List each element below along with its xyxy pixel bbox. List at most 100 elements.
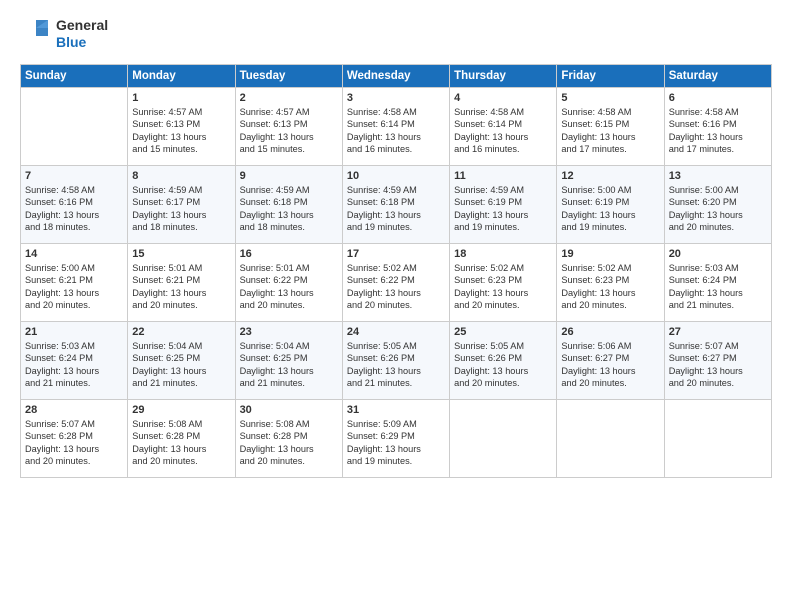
cell-content: Sunrise: 5:00 AM Sunset: 6:20 PM Dayligh… xyxy=(669,184,767,234)
calendar-cell: 22 Sunrise: 5:04 AM Sunset: 6:25 PM Dayli… xyxy=(128,322,235,400)
week-row-2: 7Sunrise: 4:58 AM Sunset: 6:16 PM Daylig… xyxy=(21,166,772,244)
day-number: 27 xyxy=(669,326,767,338)
calendar-cell: 8 Sunrise: 4:59 AM Sunset: 6:17 PM Daylig… xyxy=(128,166,235,244)
cell-content: Sunrise: 5:01 AM Sunset: 6:22 PM Dayligh… xyxy=(240,262,338,312)
cell-content: Sunrise: 5:00 AM Sunset: 6:19 PM Dayligh… xyxy=(561,184,659,234)
day-number: 17 xyxy=(347,248,445,260)
calendar-cell: 16Sunrise: 5:01 AM Sunset: 6:22 PM Dayli… xyxy=(235,244,342,322)
calendar-cell: 21 Sunrise: 5:03 AM Sunset: 6:24 PM Dayli… xyxy=(21,322,128,400)
day-number: 28 xyxy=(25,404,123,416)
logo-general: General xyxy=(56,17,108,34)
calendar-cell: 18 Sunrise: 5:02 AM Sunset: 6:23 PM Dayli… xyxy=(450,244,557,322)
calendar-cell: 4 Sunrise: 4:58 AM Sunset: 6:14 PM Daylig… xyxy=(450,88,557,166)
week-row-5: 28 Sunrise: 5:07 AM Sunset: 6:28 PM Dayli… xyxy=(21,400,772,478)
cell-content: Sunrise: 5:02 AM Sunset: 6:23 PM Dayligh… xyxy=(561,262,659,312)
day-number: 8 xyxy=(132,170,230,182)
cell-content: Sunrise: 4:59 AM Sunset: 6:17 PM Dayligh… xyxy=(132,184,230,234)
cell-content: Sunrise: 4:58 AM Sunset: 6:15 PM Dayligh… xyxy=(561,106,659,156)
cell-content: Sunrise: 5:03 AM Sunset: 6:24 PM Dayligh… xyxy=(669,262,767,312)
calendar-cell: 23 Sunrise: 5:04 AM Sunset: 6:25 PM Dayli… xyxy=(235,322,342,400)
calendar-cell: 27Sunrise: 5:07 AM Sunset: 6:27 PM Dayli… xyxy=(664,322,771,400)
calendar-cell: 6 Sunrise: 4:58 AM Sunset: 6:16 PM Daylig… xyxy=(664,88,771,166)
day-number: 1 xyxy=(132,92,230,104)
day-number: 19 xyxy=(561,248,659,260)
cell-content: Sunrise: 4:57 AM Sunset: 6:13 PM Dayligh… xyxy=(240,106,338,156)
calendar-cell: 19 Sunrise: 5:02 AM Sunset: 6:23 PM Dayli… xyxy=(557,244,664,322)
cell-content: Sunrise: 5:04 AM Sunset: 6:25 PM Dayligh… xyxy=(240,340,338,390)
day-number: 3 xyxy=(347,92,445,104)
calendar-table: SundayMondayTuesdayWednesdayThursdayFrid… xyxy=(20,64,772,478)
day-header-sunday: Sunday xyxy=(21,65,128,88)
day-number: 25 xyxy=(454,326,552,338)
calendar-cell: 20Sunrise: 5:03 AM Sunset: 6:24 PM Dayli… xyxy=(664,244,771,322)
logo-blue: Blue xyxy=(56,34,108,51)
day-header-tuesday: Tuesday xyxy=(235,65,342,88)
cell-content: Sunrise: 4:57 AM Sunset: 6:13 PM Dayligh… xyxy=(132,106,230,156)
cell-content: Sunrise: 4:58 AM Sunset: 6:16 PM Dayligh… xyxy=(25,184,123,234)
cell-content: Sunrise: 5:08 AM Sunset: 6:28 PM Dayligh… xyxy=(240,418,338,468)
cell-content: Sunrise: 5:08 AM Sunset: 6:28 PM Dayligh… xyxy=(132,418,230,468)
calendar-cell: 7Sunrise: 4:58 AM Sunset: 6:16 PM Daylig… xyxy=(21,166,128,244)
day-number: 31 xyxy=(347,404,445,416)
calendar-cell: 14 Sunrise: 5:00 AM Sunset: 6:21 PM Dayli… xyxy=(21,244,128,322)
day-number: 21 xyxy=(25,326,123,338)
calendar-cell: 15Sunrise: 5:01 AM Sunset: 6:21 PM Dayli… xyxy=(128,244,235,322)
cell-content: Sunrise: 5:02 AM Sunset: 6:23 PM Dayligh… xyxy=(454,262,552,312)
calendar-cell: 31 Sunrise: 5:09 AM Sunset: 6:29 PM Dayli… xyxy=(342,400,449,478)
day-number: 29 xyxy=(132,404,230,416)
day-number: 9 xyxy=(240,170,338,182)
calendar-cell: 30 Sunrise: 5:08 AM Sunset: 6:28 PM Dayli… xyxy=(235,400,342,478)
calendar-cell: 25Sunrise: 5:05 AM Sunset: 6:26 PM Dayli… xyxy=(450,322,557,400)
cell-content: Sunrise: 4:58 AM Sunset: 6:16 PM Dayligh… xyxy=(669,106,767,156)
day-number: 22 xyxy=(132,326,230,338)
calendar-cell xyxy=(557,400,664,478)
calendar-cell: 26 Sunrise: 5:06 AM Sunset: 6:27 PM Dayli… xyxy=(557,322,664,400)
cell-content: Sunrise: 5:06 AM Sunset: 6:27 PM Dayligh… xyxy=(561,340,659,390)
cell-content: Sunrise: 5:03 AM Sunset: 6:24 PM Dayligh… xyxy=(25,340,123,390)
calendar-cell xyxy=(664,400,771,478)
day-number: 4 xyxy=(454,92,552,104)
week-row-1: 1 Sunrise: 4:57 AM Sunset: 6:13 PM Daylig… xyxy=(21,88,772,166)
day-number: 10 xyxy=(347,170,445,182)
cell-content: Sunrise: 5:02 AM Sunset: 6:22 PM Dayligh… xyxy=(347,262,445,312)
calendar-cell: 2 Sunrise: 4:57 AM Sunset: 6:13 PM Daylig… xyxy=(235,88,342,166)
calendar-cell: 12 Sunrise: 5:00 AM Sunset: 6:19 PM Dayli… xyxy=(557,166,664,244)
calendar-cell: 1 Sunrise: 4:57 AM Sunset: 6:13 PM Daylig… xyxy=(128,88,235,166)
cell-content: Sunrise: 5:05 AM Sunset: 6:26 PM Dayligh… xyxy=(347,340,445,390)
logo-graphic-icon xyxy=(20,16,52,52)
cell-content: Sunrise: 5:00 AM Sunset: 6:21 PM Dayligh… xyxy=(25,262,123,312)
calendar-cell: 5Sunrise: 4:58 AM Sunset: 6:15 PM Daylig… xyxy=(557,88,664,166)
cell-content: Sunrise: 4:58 AM Sunset: 6:14 PM Dayligh… xyxy=(454,106,552,156)
calendar-cell: 24 Sunrise: 5:05 AM Sunset: 6:26 PM Dayli… xyxy=(342,322,449,400)
day-number: 14 xyxy=(25,248,123,260)
day-header-monday: Monday xyxy=(128,65,235,88)
calendar-cell: 28 Sunrise: 5:07 AM Sunset: 6:28 PM Dayli… xyxy=(21,400,128,478)
calendar-cell: 9 Sunrise: 4:59 AM Sunset: 6:18 PM Daylig… xyxy=(235,166,342,244)
day-number: 13 xyxy=(669,170,767,182)
day-number: 30 xyxy=(240,404,338,416)
day-number: 18 xyxy=(454,248,552,260)
calendar-cell: 11Sunrise: 4:59 AM Sunset: 6:19 PM Dayli… xyxy=(450,166,557,244)
calendar-cell: 29 Sunrise: 5:08 AM Sunset: 6:28 PM Dayli… xyxy=(128,400,235,478)
cell-content: Sunrise: 4:59 AM Sunset: 6:18 PM Dayligh… xyxy=(240,184,338,234)
day-header-friday: Friday xyxy=(557,65,664,88)
calendar-cell: 17 Sunrise: 5:02 AM Sunset: 6:22 PM Dayli… xyxy=(342,244,449,322)
cell-content: Sunrise: 5:07 AM Sunset: 6:28 PM Dayligh… xyxy=(25,418,123,468)
cell-content: Sunrise: 5:01 AM Sunset: 6:21 PM Dayligh… xyxy=(132,262,230,312)
calendar-cell xyxy=(21,88,128,166)
day-number: 6 xyxy=(669,92,767,104)
calendar-cell: 10 Sunrise: 4:59 AM Sunset: 6:18 PM Dayli… xyxy=(342,166,449,244)
cell-content: Sunrise: 4:59 AM Sunset: 6:18 PM Dayligh… xyxy=(347,184,445,234)
logo: General Blue xyxy=(20,16,108,52)
day-number: 12 xyxy=(561,170,659,182)
calendar-cell xyxy=(450,400,557,478)
page-container: General Blue SundayMondayTuesdayWednesda… xyxy=(0,0,792,488)
day-number: 24 xyxy=(347,326,445,338)
cell-content: Sunrise: 5:04 AM Sunset: 6:25 PM Dayligh… xyxy=(132,340,230,390)
day-number: 2 xyxy=(240,92,338,104)
cell-content: Sunrise: 5:09 AM Sunset: 6:29 PM Dayligh… xyxy=(347,418,445,468)
calendar-cell: 3Sunrise: 4:58 AM Sunset: 6:14 PM Daylig… xyxy=(342,88,449,166)
week-row-4: 21 Sunrise: 5:03 AM Sunset: 6:24 PM Dayli… xyxy=(21,322,772,400)
day-number: 26 xyxy=(561,326,659,338)
day-number: 23 xyxy=(240,326,338,338)
